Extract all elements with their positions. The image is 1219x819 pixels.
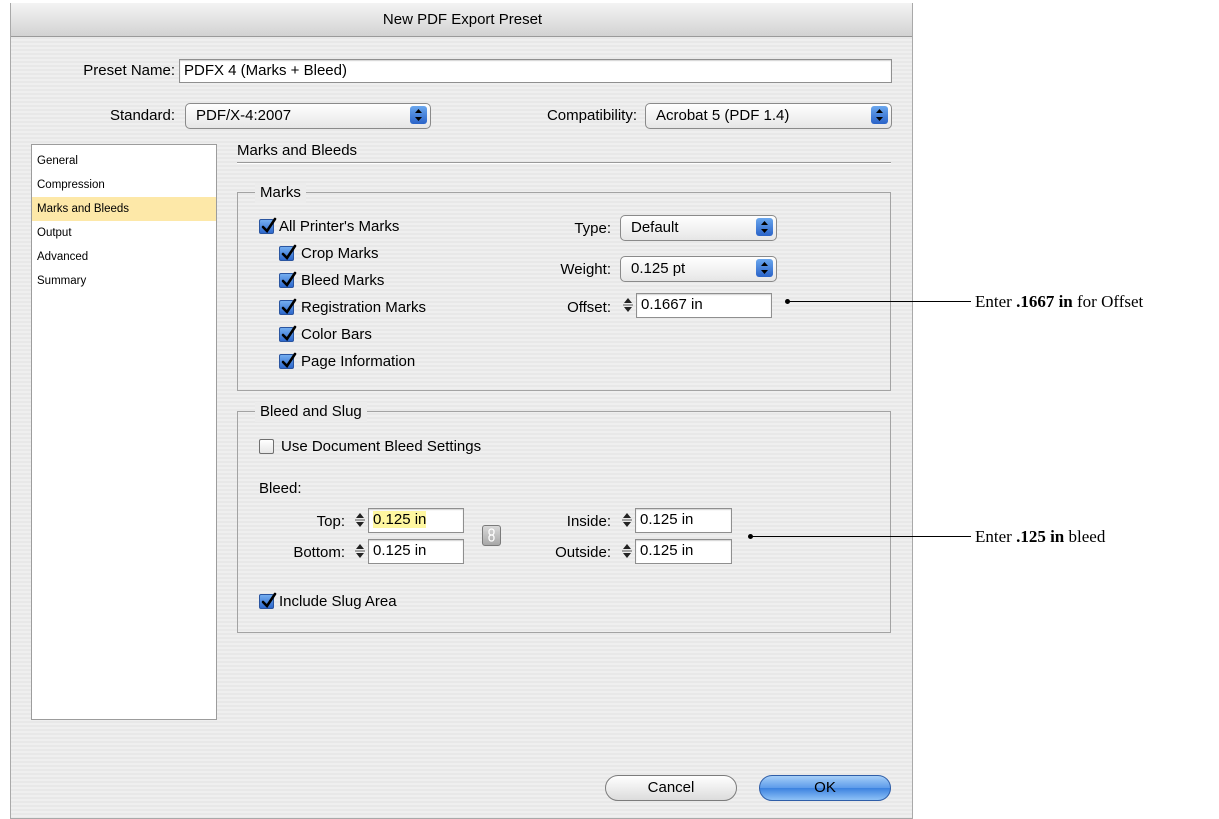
page-information-label: Page Information [301, 353, 416, 370]
bottom-input[interactable]: 0.125 in [368, 539, 464, 564]
outside-stepper[interactable] [620, 540, 634, 562]
offset-stepper[interactable] [621, 294, 635, 316]
checkmark-icon [261, 217, 277, 234]
checkmark-icon [281, 298, 297, 315]
dialog-window: New PDF Export Preset Preset Name: PDFX … [10, 3, 913, 819]
callout-bleed-line [752, 536, 971, 537]
top-input[interactable]: 0.125 in [368, 508, 464, 533]
select-arrows-icon [756, 218, 773, 236]
bleed-marks-label: Bleed Marks [301, 272, 385, 289]
include-slug-area-checkbox[interactable] [259, 592, 277, 609]
stepper-arrows-icon [622, 544, 632, 558]
bottom-stepper[interactable] [353, 540, 367, 562]
sidebar-item-marks-and-bleeds[interactable]: Marks and Bleeds [32, 197, 216, 221]
inside-label: Inside: [566, 513, 611, 530]
inside-stepper[interactable] [620, 509, 634, 531]
top-label: Top: [316, 513, 345, 530]
cancel-button[interactable]: Cancel [605, 775, 737, 801]
sidebar-item-general[interactable]: General [32, 149, 216, 173]
ok-button[interactable]: OK [759, 775, 891, 801]
sidebar-item-compression[interactable]: Compression [32, 173, 216, 197]
standard-label: Standard: [109, 107, 175, 124]
callout-bleed-text: Enter .125 in bleed [975, 527, 1106, 546]
stepper-arrows-icon [355, 513, 365, 527]
color-bars-label: Color Bars [301, 326, 372, 343]
all-printers-marks-label: All Printer's Marks [279, 218, 400, 235]
callout-offset-line [789, 301, 971, 302]
crop-marks-label: Crop Marks [301, 245, 379, 262]
marks-legend: Marks [255, 183, 306, 203]
checkmark-icon [281, 244, 297, 261]
make-all-settings-same-button[interactable] [482, 525, 501, 546]
use-document-bleed-checkbox[interactable] [259, 439, 274, 454]
include-slug-area-label: Include Slug Area [279, 593, 397, 610]
inside-input[interactable]: 0.125 in [635, 508, 732, 533]
weight-select-value: 0.125 pt [631, 260, 686, 277]
outside-input[interactable]: 0.125 in [635, 539, 732, 564]
stepper-arrows-icon [355, 544, 365, 558]
panel-title: Marks and Bleeds [237, 142, 358, 159]
preset-name-input[interactable]: PDFX 4 (Marks + Bleed) [179, 59, 892, 83]
type-select-value: Default [631, 219, 679, 236]
preset-name-label: Preset Name: [83, 62, 175, 79]
offset-input[interactable]: 0.1667 in [636, 293, 772, 318]
weight-select[interactable]: 0.125 pt [620, 256, 777, 282]
bleed-marks-checkbox[interactable] [279, 271, 297, 288]
color-bars-checkbox[interactable] [279, 325, 297, 342]
top-input-value: 0.125 in [373, 511, 427, 528]
offset-label: Offset: [567, 299, 611, 316]
use-document-bleed-label: Use Document Bleed Settings [281, 438, 482, 455]
outside-label: Outside: [555, 544, 611, 561]
sidebar-item-output[interactable]: Output [32, 221, 216, 245]
panel-title-divider [237, 162, 891, 164]
all-printers-marks-checkbox[interactable] [259, 217, 277, 234]
checkmark-icon [261, 592, 277, 609]
checkmark-icon [281, 325, 297, 342]
checkmark-icon [281, 352, 297, 369]
bottom-label: Bottom: [293, 544, 345, 561]
sidebar-item-advanced[interactable]: Advanced [32, 245, 216, 269]
select-arrows-icon [871, 106, 888, 124]
page-information-checkbox[interactable] [279, 352, 297, 369]
top-stepper[interactable] [353, 509, 367, 531]
type-label: Type: [574, 220, 611, 237]
weight-label: Weight: [560, 261, 611, 278]
title-bar: New PDF Export Preset [11, 3, 912, 37]
compatibility-select[interactable]: Acrobat 5 (PDF 1.4) [645, 103, 892, 129]
chain-link-icon [488, 528, 495, 542]
compatibility-select-value: Acrobat 5 (PDF 1.4) [656, 107, 790, 124]
checkmark-icon [281, 271, 297, 288]
select-arrows-icon [410, 106, 427, 124]
standard-select[interactable]: PDF/X-4:2007 [185, 103, 431, 129]
registration-marks-label: Registration Marks [301, 299, 427, 316]
category-sidebar: General Compression Marks and Bleeds Out… [31, 144, 217, 720]
callout-offset-text: Enter .1667 in for Offset [975, 292, 1144, 311]
type-select[interactable]: Default [620, 215, 777, 241]
bleed-label: Bleed: [259, 480, 302, 497]
stepper-arrows-icon [622, 513, 632, 527]
standard-select-value: PDF/X-4:2007 [196, 107, 292, 124]
crop-marks-checkbox[interactable] [279, 244, 297, 261]
compatibility-label: Compatibility: [546, 107, 637, 124]
bleed-slug-legend: Bleed and Slug [255, 402, 367, 422]
window-title: New PDF Export Preset [382, 11, 543, 28]
registration-marks-checkbox[interactable] [279, 298, 297, 315]
sidebar-item-summary[interactable]: Summary [32, 269, 216, 293]
stepper-arrows-icon [623, 298, 633, 312]
select-arrows-icon [756, 259, 773, 277]
